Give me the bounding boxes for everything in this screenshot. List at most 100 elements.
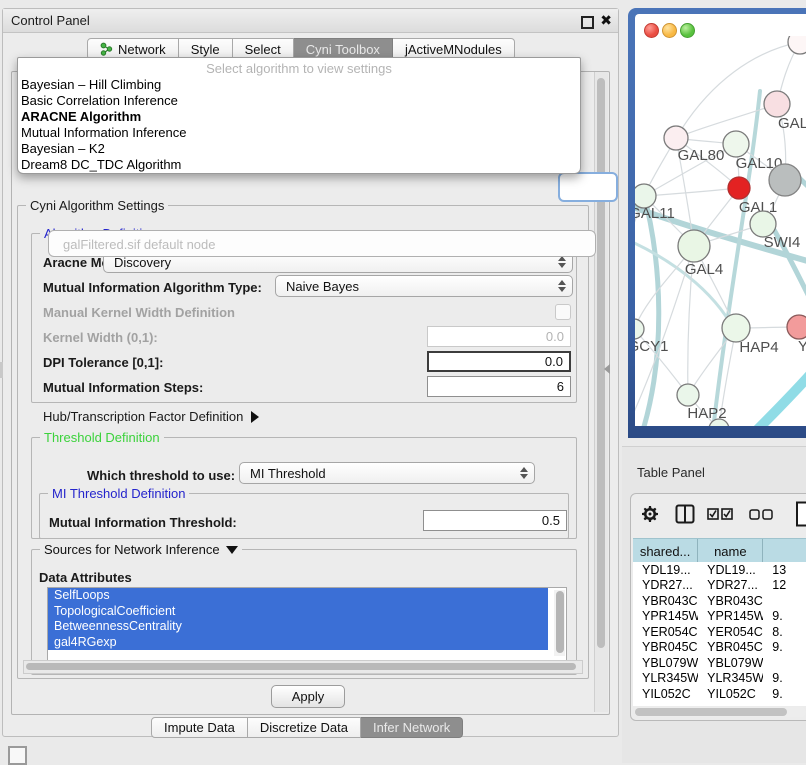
- hub-definition-toggle[interactable]: Hub/Transcription Factor Definition: [43, 409, 259, 424]
- table-cell: YDL19...: [698, 563, 763, 577]
- combo-stepper-icon: [558, 280, 566, 292]
- network-canvas[interactable]: GALGAL80GAL10GAL1GAL11SWI4GAL4GCY1HAP4YH…: [635, 14, 806, 426]
- table-row[interactable]: YBR043CYBR043C: [633, 593, 806, 609]
- tab-discretize-data[interactable]: Discretize Data: [248, 717, 361, 738]
- tab-infer-network[interactable]: Infer Network: [361, 717, 463, 738]
- network-node-y[interactable]: [787, 315, 806, 339]
- tab-label: Cyni Toolbox: [306, 42, 380, 57]
- node-label: GAL80: [678, 147, 725, 164]
- network-edge[interactable]: [676, 104, 777, 138]
- network-node[interactable]: [769, 164, 801, 196]
- attribute-item[interactable]: gal4RGexp: [48, 635, 548, 651]
- select-all-checks-icon[interactable]: [707, 508, 733, 520]
- sources-title-toggle[interactable]: Sources for Network Inference: [40, 542, 242, 557]
- dpi-tolerance-field[interactable]: 0.0: [427, 351, 571, 372]
- network-view-window: GALGAL80GAL10GAL1GAL11SWI4GAL4GCY1HAP4YH…: [628, 8, 806, 438]
- settings-horizontal-scrollbar[interactable]: [23, 660, 583, 674]
- network-node[interactable]: [788, 36, 806, 54]
- list-vertical-scrollbar[interactable]: [554, 590, 565, 656]
- group-title: MI Threshold Definition: [48, 486, 189, 501]
- table-cell: YBR043C: [698, 594, 763, 608]
- tab-label: Style: [191, 42, 220, 57]
- gear-icon[interactable]: [641, 505, 659, 523]
- deselect-all-boxes-icon[interactable]: [749, 509, 773, 520]
- hidden-focused-combo-fragment[interactable]: [558, 172, 618, 202]
- table-toolbar: [631, 494, 806, 534]
- settings-vertical-scrollbar[interactable]: [594, 72, 608, 712]
- scrollbar-thumb[interactable]: [597, 78, 605, 648]
- table-horizontal-scrollbar[interactable]: [634, 707, 806, 717]
- table-row[interactable]: YDR27...YDR27...12: [633, 578, 806, 594]
- scrollbar-thumb[interactable]: [635, 708, 787, 716]
- left-divider-handle[interactable]: [0, 362, 3, 378]
- hub-definition-label: Hub/Transcription Factor Definition: [43, 409, 243, 424]
- network-node-hap4[interactable]: [722, 314, 750, 342]
- table-row[interactable]: YDL19...YDL19...13: [633, 562, 806, 578]
- mi-algorithm-type-combo[interactable]: Naive Bayes: [275, 275, 573, 297]
- algorithm-option[interactable]: Bayesian – K2: [21, 141, 577, 157]
- algorithm-dropdown-popup: Select algorithm to view settings Bayesi…: [17, 57, 581, 174]
- network-attribute-combo[interactable]: galFiltered.sif default node: [48, 230, 596, 257]
- tab-impute-data[interactable]: Impute Data: [151, 717, 248, 738]
- mi-steps-value: 6: [557, 379, 564, 394]
- network-node-gal[interactable]: [764, 91, 790, 117]
- network-edge[interactable]: [757, 358, 806, 426]
- mi-threshold-label: Mutual Information Threshold:: [49, 515, 237, 530]
- table-cell: YDR27...: [698, 578, 763, 592]
- table-cell: YBL079W: [698, 656, 763, 670]
- which-threshold-combo[interactable]: MI Threshold: [239, 462, 535, 484]
- table-cell: 8.: [763, 625, 806, 639]
- network-node-gal1[interactable]: [728, 177, 750, 199]
- scrollbar-thumb[interactable]: [556, 591, 564, 653]
- table-row[interactable]: YBL079WYBL079W: [633, 655, 806, 671]
- attribute-item[interactable]: BetweennessCentrality: [48, 619, 548, 635]
- table-cell: 9.: [763, 640, 806, 654]
- manual-kernel-checkbox[interactable]: [555, 304, 571, 320]
- mi-threshold-field[interactable]: 0.5: [423, 510, 567, 531]
- data-attributes-list[interactable]: SelfLoopsTopologicalCoefficientBetweenne…: [47, 587, 567, 661]
- network-node-gcy1[interactable]: [635, 319, 644, 339]
- close-icon[interactable]: ✖: [600, 12, 612, 29]
- table-cell: 9.: [763, 609, 806, 623]
- algorithm-option[interactable]: ARACNE Algorithm: [21, 109, 577, 125]
- kernel-width-value: 0.0: [546, 329, 564, 344]
- table-row[interactable]: YLR345WYLR345W9.: [633, 671, 806, 687]
- scrollbar-thumb[interactable]: [26, 663, 576, 670]
- split-columns-icon[interactable]: [675, 504, 695, 524]
- table-cell: 9.: [763, 687, 806, 701]
- which-threshold-label: Which threshold to use:: [87, 468, 235, 483]
- table-row[interactable]: YIL052CYIL052C9.: [633, 686, 806, 702]
- column-header[interactable]: name: [698, 539, 763, 563]
- tab-label: Network: [118, 42, 166, 57]
- table-row[interactable]: YPR145WYPR145W9.: [633, 609, 806, 625]
- tab-label: Discretize Data: [260, 720, 348, 735]
- algorithm-option[interactable]: Bayesian – Hill Climbing: [21, 77, 577, 93]
- table-cell: 13: [763, 563, 806, 577]
- mi-steps-field[interactable]: 6: [427, 376, 571, 397]
- network-node-gal10[interactable]: [723, 131, 749, 157]
- new-document-icon[interactable]: [795, 501, 806, 527]
- network-node-gal4[interactable]: [678, 230, 710, 262]
- algorithm-option[interactable]: Mutual Information Inference: [21, 125, 577, 141]
- float-window-icon[interactable]: [581, 16, 594, 29]
- node-label: GAL: [778, 115, 806, 132]
- column-header[interactable]: [763, 539, 806, 563]
- attribute-item[interactable]: SelfLoops: [48, 588, 548, 604]
- algorithm-option[interactable]: Basic Correlation Inference: [21, 93, 577, 109]
- attribute-item[interactable]: TopologicalCoefficient: [48, 604, 548, 620]
- tab-label: Impute Data: [164, 720, 235, 735]
- network-graph[interactable]: GALGAL80GAL10GAL1GAL11SWI4GAL4GCY1HAP4YH…: [635, 36, 806, 426]
- table-row[interactable]: YBR045CYBR045C9.: [633, 640, 806, 656]
- table-row[interactable]: YER054CYER054C8.: [633, 624, 806, 640]
- panel-divider-collapse-icon[interactable]: [604, 364, 610, 374]
- apply-button[interactable]: Apply: [271, 685, 345, 708]
- algorithm-option[interactable]: Dream8 DC_TDC Algorithm: [21, 157, 577, 173]
- network-icon: [100, 42, 113, 56]
- kernel-width-label: Kernel Width (0,1):: [43, 330, 158, 345]
- network-node-hap2[interactable]: [677, 384, 699, 406]
- node-label: HAP4: [739, 339, 778, 356]
- restore-panel-icon[interactable]: [8, 746, 27, 765]
- kernel-width-field[interactable]: 0.0: [427, 326, 571, 347]
- network-edge[interactable]: [644, 188, 739, 196]
- column-header[interactable]: shared...: [633, 539, 698, 563]
